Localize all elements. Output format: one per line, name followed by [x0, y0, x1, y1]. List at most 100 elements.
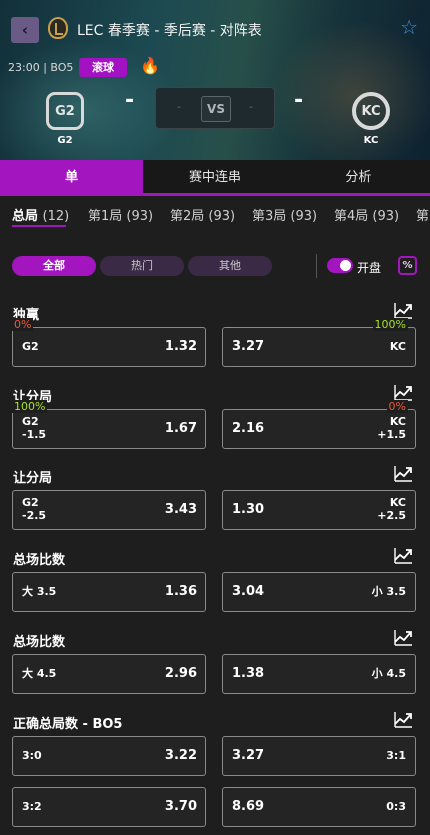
odds-value: 3.70 — [164, 799, 197, 814]
open-market-label: 开盘 — [357, 261, 382, 275]
tab-analysis[interactable]: 分析 — [287, 160, 430, 196]
home-team-logo: G2 — [46, 92, 84, 130]
odds-value: 2.16 — [232, 421, 265, 436]
odds-selection-label: 小 3.5 — [371, 585, 406, 598]
tab-single[interactable]: 单 — [0, 160, 144, 196]
odds-button-left[interactable]: 3:0 3.22 — [12, 736, 206, 776]
away-team-logo: KC — [352, 92, 390, 130]
odds-button-right[interactable]: KC +1.5 2.16 — [222, 409, 416, 449]
odds-value: 1.38 — [232, 666, 265, 681]
mode-tabs: 单 赛中连串 分析 — [0, 160, 430, 196]
odds-value: 8.69 — [232, 799, 265, 814]
trend-chart-icon[interactable] — [394, 384, 413, 401]
tab-game-2[interactable]: 第2局 (93) — [170, 205, 235, 224]
tab-label: 第1局 — [88, 209, 123, 224]
open-market-toggle[interactable] — [327, 258, 353, 273]
trend-chart-icon[interactable] — [394, 302, 413, 319]
tab-game-3[interactable]: 第3局 (93) — [252, 205, 317, 224]
odds-button-left[interactable]: 3:2 3.70 — [12, 787, 206, 827]
filter-other[interactable]: 其他 — [188, 256, 272, 276]
odds-button-right[interactable]: 小 4.5 1.38 — [222, 654, 416, 694]
tab-count: (93) — [126, 209, 154, 224]
bet-percentage-left: 0% — [12, 318, 34, 331]
toggle-knob — [340, 260, 351, 271]
tab-label: 第4局 — [334, 209, 369, 224]
odds-button-right[interactable]: KC +2.5 1.30 — [222, 490, 416, 530]
filter-divider — [316, 254, 317, 278]
match-time: 23:00 | BO5 — [8, 61, 74, 74]
score-box: - VS - — [155, 87, 275, 129]
away-team-name: KC — [363, 135, 379, 146]
odds-button-left[interactable]: G2 -1.5 1.67 — [12, 409, 206, 449]
odds-selection-label: 0:3 — [386, 800, 406, 813]
odds-value: 1.36 — [164, 584, 197, 599]
market-title: 让分局 — [13, 471, 53, 486]
trend-chart-icon[interactable] — [394, 629, 413, 646]
odds-value: 3.04 — [232, 584, 265, 599]
away-score: - — [249, 100, 253, 113]
odds-selection-label: 小 4.5 — [371, 667, 406, 680]
odds-selection-label: 3:2 — [22, 800, 42, 813]
game-tabs: 总局 (12) 第1局 (93) 第2局 (93) 第3局 (93) 第4局 (… — [0, 196, 430, 230]
tab-game-4[interactable]: 第4局 (93) — [334, 205, 399, 224]
odds-button-left[interactable]: 大 4.5 2.96 — [12, 654, 206, 694]
score-dash-right: - — [294, 88, 304, 113]
top-bar: ‹ LEC 春季赛 - 季后赛 - 对阵表 ☆ — [0, 0, 430, 58]
market-title: 总场比数 — [13, 635, 66, 650]
bet-percentage-left: 100% — [12, 400, 48, 413]
odds-value: 3.43 — [164, 502, 197, 517]
odds-selection-label: G2 -1.5 — [22, 415, 47, 441]
trend-chart-icon[interactable] — [394, 547, 413, 564]
odds-button-right[interactable]: KC 3.27 — [222, 327, 416, 367]
odds-selection-label: 大 4.5 — [22, 667, 57, 680]
tab-game-1[interactable]: 第1局 (93) — [88, 205, 153, 224]
odds-selection-label: G2 — [22, 340, 39, 353]
bet-percentage-right: 0% — [386, 400, 408, 413]
odds-value: 3.27 — [232, 339, 265, 354]
odds-selection-label: KC +2.5 — [377, 496, 406, 522]
odds-selection-label: KC — [389, 340, 406, 353]
trend-chart-icon[interactable] — [394, 711, 413, 728]
odds-value: 1.32 — [164, 339, 197, 354]
tab-count: (12) — [42, 209, 70, 224]
page-title: LEC 春季赛 - 季后赛 - 对阵表 — [77, 23, 262, 39]
odds-button-right[interactable]: 小 3.5 3.04 — [222, 572, 416, 612]
tab-game-5-partial[interactable]: 第 — [416, 205, 429, 224]
league-logo-icon — [48, 17, 68, 39]
odds-selection-label: 大 3.5 — [22, 585, 57, 598]
odds-selection-label: 3:0 — [22, 749, 42, 762]
fire-icon: 🔥 — [140, 56, 160, 75]
home-score: - — [177, 100, 181, 113]
odds-selection-label: 3:1 — [386, 749, 406, 762]
odds-button-left[interactable]: G2 1.32 — [12, 327, 206, 367]
favorite-star-icon[interactable]: ☆ — [400, 15, 418, 39]
odds-button-left[interactable]: 大 3.5 1.36 — [12, 572, 206, 612]
tab-label: 总局 — [12, 209, 39, 224]
score-dash-left: - — [125, 88, 135, 113]
game-tab-underline — [12, 225, 66, 227]
trend-chart-icon[interactable] — [394, 465, 413, 482]
match-banner: ‹ LEC 春季赛 - 季后赛 - 对阵表 ☆ 23:00 | BO5 滚球 🔥… — [0, 0, 430, 160]
odds-button-right[interactable]: 0:3 8.69 — [222, 787, 416, 827]
filter-hot[interactable]: 热门 — [100, 256, 184, 276]
odds-value: 1.67 — [164, 421, 197, 436]
odds-value: 3.22 — [164, 748, 197, 763]
tab-count: (93) — [372, 209, 400, 224]
back-button[interactable]: ‹ — [11, 17, 39, 43]
odds-button-left[interactable]: G2 -2.5 3.43 — [12, 490, 206, 530]
filter-all[interactable]: 全部 — [12, 256, 96, 276]
tab-count: (93) — [290, 209, 318, 224]
home-team: G2 G2 — [40, 92, 90, 146]
tab-label: 第2局 — [170, 209, 205, 224]
odds-button-right[interactable]: 3:1 3.27 — [222, 736, 416, 776]
tab-in-play-parlay[interactable]: 赛中连串 — [143, 160, 286, 196]
odds-value: 2.96 — [164, 666, 197, 681]
odds-value: 3.27 — [232, 748, 265, 763]
odds-value: 1.30 — [232, 502, 265, 517]
percent-icon[interactable]: % — [398, 256, 417, 275]
odds-selection-label: G2 -2.5 — [22, 496, 47, 522]
market-title: 总场比数 — [13, 553, 66, 568]
bet-percentage-right: 100% — [372, 318, 408, 331]
vs-label: VS — [201, 96, 231, 122]
tab-total-games[interactable]: 总局 (12) — [12, 205, 69, 224]
